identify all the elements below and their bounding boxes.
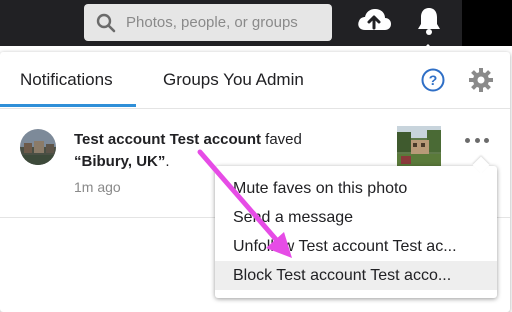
top-navigation-bar: Photos, people, or groups	[0, 0, 512, 46]
search-placeholder: Photos, people, or groups	[126, 14, 298, 31]
dot	[474, 137, 480, 143]
bell-icon[interactable]	[415, 5, 443, 37]
actor-name[interactable]: Test account Test account	[74, 131, 261, 148]
dot	[465, 137, 470, 143]
photo-title[interactable]: “Bibury, UK”	[74, 153, 165, 170]
tab-groups-you-admin[interactable]: Groups You Admin	[163, 70, 304, 90]
tab-bar: Notifications Groups You Admin ?	[0, 52, 510, 109]
gear-icon[interactable]	[469, 68, 493, 92]
photo-thumbnail[interactable]	[397, 126, 441, 170]
notification-time: 1m ago	[74, 179, 121, 195]
notification-options-menu: Mute faves on this photo Send a message …	[215, 156, 497, 298]
sentence-end: .	[165, 153, 170, 170]
menu-item-send-message[interactable]: Send a message	[215, 203, 497, 232]
upload-cloud-icon[interactable]	[356, 6, 392, 36]
more-options-button[interactable]	[465, 130, 489, 150]
dot	[484, 137, 489, 143]
menu-item-block[interactable]: Block Test account Test acco...	[215, 261, 497, 290]
menu-item-mute-faves[interactable]: Mute faves on this photo	[215, 174, 497, 203]
help-icon[interactable]: ?	[421, 68, 445, 92]
search-box[interactable]: Photos, people, or groups	[84, 4, 332, 41]
panel-pointer	[420, 44, 436, 52]
menu-item-unfollow[interactable]: Unfollow Test account Test ac...	[215, 232, 497, 261]
account-avatar[interactable]	[462, 0, 512, 46]
svg-text:?: ?	[429, 72, 438, 88]
action-text: faved	[265, 131, 302, 148]
active-tab-indicator	[0, 104, 136, 107]
user-avatar[interactable]	[20, 129, 56, 165]
search-icon	[96, 13, 116, 32]
tab-notifications[interactable]: Notifications	[20, 70, 113, 90]
